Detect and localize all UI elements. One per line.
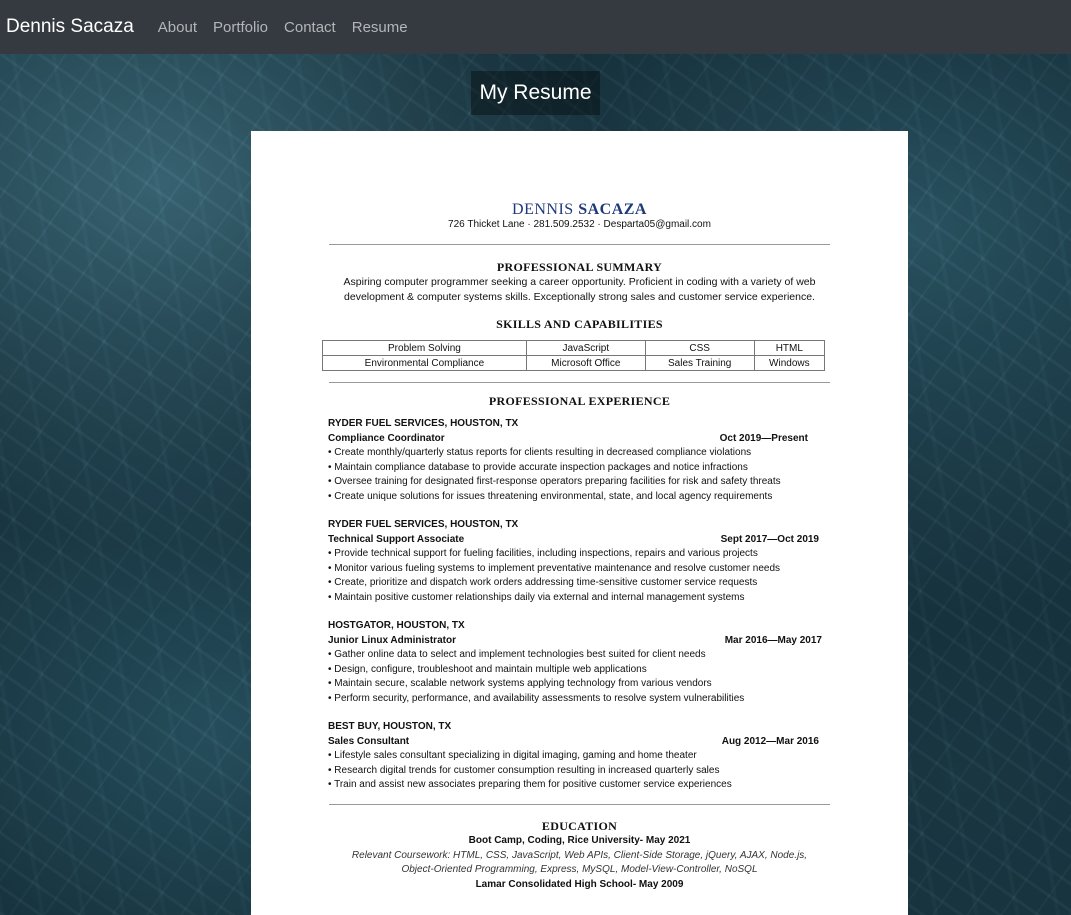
title-plate: My Resume: [471, 70, 600, 115]
job-bullets: Create monthly/quarterly status reports …: [328, 446, 828, 504]
job-entry: RYDER FUEL SERVICES, HOUSTON, TX Technic…: [328, 518, 828, 605]
resume-name: DENNIS SACAZA: [251, 201, 908, 219]
summary-heading: PROFESSIONAL SUMMARY: [496, 260, 663, 274]
skill-cell: HTML: [753, 340, 826, 356]
job-entry: RYDER FUEL SERVICES, HOUSTON, TX Complia…: [328, 417, 828, 504]
skill-cell: Microsoft Office: [525, 355, 646, 371]
divider: [329, 244, 830, 245]
job-bullets: Provide technical support for fueling fa…: [328, 547, 828, 605]
job-dates: Sept 2017—Oct 2019: [720, 533, 819, 545]
skill-cell: Environmental Compliance: [322, 355, 527, 371]
education-block: Boot Camp, Coding, Rice University- May …: [251, 834, 908, 892]
navbar: Dennis Sacaza About Portfolio Contact Re…: [0, 0, 1071, 54]
job-bullet: Oversee training for designated first-re…: [328, 475, 828, 490]
job-role: Junior Linux Administrator: [328, 634, 456, 646]
job-bullet: Train and assist new associates preparin…: [328, 778, 828, 793]
job-bullet: Gather online data to select and impleme…: [328, 648, 828, 663]
job-bullet: Provide technical support for fueling fa…: [328, 547, 828, 562]
job-bullet: Lifestyle sales consultant specializing …: [328, 749, 828, 764]
job-company: RYDER FUEL SERVICES, HOUSTON, TX: [328, 519, 519, 530]
job-bullet: Maintain secure, scalable network system…: [328, 677, 828, 692]
job-bullets: Gather online data to select and impleme…: [328, 648, 828, 706]
divider: [329, 804, 830, 805]
skills-row: Environmental Compliance Microsoft Offic…: [322, 355, 826, 371]
education-coursework-line-1: Relevant Coursework: HTML, CSS, JavaScri…: [351, 849, 808, 861]
skills-table: Problem Solving JavaScript CSS HTML Envi…: [322, 340, 826, 371]
job-bullet: Monitor various fueling systems to imple…: [328, 562, 828, 577]
job-bullet: Design, configure, troubleshoot and main…: [328, 663, 828, 678]
skill-cell: Sales Training: [644, 355, 755, 371]
job-company: BEST BUY, HOUSTON, TX: [328, 721, 452, 732]
job-bullets: Lifestyle sales consultant specializing …: [328, 749, 828, 793]
skill-cell: JavaScript: [525, 340, 646, 356]
job-company: HOSTGATOR, HOUSTON, TX: [328, 620, 465, 631]
resume-contact: 726 Thicket Lane · 281.509.2532 · Despar…: [448, 219, 711, 230]
job-bullet: Create monthly/quarterly status reports …: [328, 446, 828, 461]
job-entry: BEST BUY, HOUSTON, TX Sales Consultant Au…: [328, 720, 828, 793]
education-heading: EDUCATION: [541, 819, 618, 833]
skills-heading: SKILLS AND CAPABILITIES: [496, 317, 663, 331]
education-highschool: Lamar Consolidated High School- May 2009: [475, 878, 684, 890]
experience-heading: PROFESSIONAL EXPERIENCE: [488, 394, 671, 408]
title-bar: My Resume: [0, 54, 1071, 131]
job-bullet: Perform security, performance, and avail…: [328, 692, 828, 707]
page-title: My Resume: [479, 80, 592, 104]
skill-cell: CSS: [644, 340, 755, 356]
nav-link-resume[interactable]: Resume: [352, 19, 408, 36]
skill-cell: Windows: [753, 355, 826, 371]
nav-link-portfolio[interactable]: Portfolio: [213, 19, 268, 36]
job-bullet: Maintain positive customer relationships…: [328, 591, 828, 606]
job-role: Sales Consultant: [328, 735, 410, 747]
job-entry: HOSTGATOR, HOUSTON, TX Junior Linux Admi…: [328, 619, 828, 706]
job-dates: Aug 2012—Mar 2016: [721, 735, 819, 747]
job-bullet: Create, prioritize and dispatch work ord…: [328, 576, 828, 591]
job-bullet: Research digital trends for customer con…: [328, 764, 828, 779]
brand-link[interactable]: Dennis Sacaza: [6, 16, 134, 38]
nav-link-about[interactable]: About: [158, 19, 197, 36]
resume-last-name: SACAZA: [578, 201, 647, 218]
job-role: Compliance Coordinator: [328, 432, 445, 444]
resume-image: DENNIS SACAZA 726 Thicket Lane · 281.509…: [251, 131, 908, 915]
summary-text: Aspiring computer programmer seeking a c…: [343, 276, 816, 303]
job-company: RYDER FUEL SERVICES, HOUSTON, TX: [328, 418, 519, 429]
job-bullet: Maintain compliance database to provide …: [328, 461, 828, 476]
nav-link-contact[interactable]: Contact: [284, 19, 336, 36]
education-coursework-line-2: Object-Oriented Programming, Express, My…: [401, 864, 758, 875]
job-dates: Mar 2016—May 2017: [724, 634, 822, 646]
education-bootcamp: Boot Camp, Coding, Rice University- May …: [468, 835, 691, 846]
job-role: Technical Support Associate: [328, 533, 465, 545]
skill-cell: Problem Solving: [322, 340, 527, 356]
resume-first-name: DENNIS: [512, 201, 574, 218]
divider: [329, 382, 830, 383]
job-bullet: Create unique solutions for issues threa…: [328, 490, 828, 505]
skills-row: Problem Solving JavaScript CSS HTML: [322, 340, 826, 356]
job-dates: Oct 2019—Present: [719, 432, 808, 444]
